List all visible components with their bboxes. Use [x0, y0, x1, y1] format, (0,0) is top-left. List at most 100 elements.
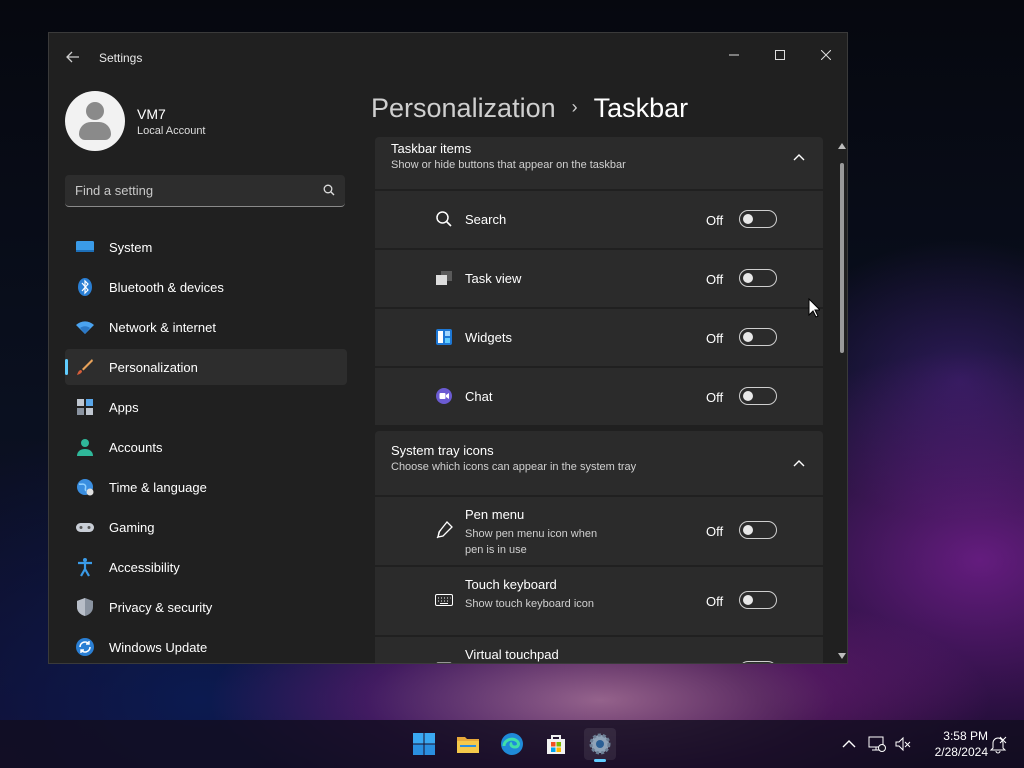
touchpad-icon [436, 662, 452, 663]
virtual-touchpad-toggle[interactable] [739, 661, 777, 663]
avatar [65, 91, 125, 151]
taskbar-clock[interactable]: 3:58 PM 2/28/2024 [918, 728, 988, 760]
chevron-up-icon[interactable] [793, 459, 805, 467]
settings-icon [589, 733, 611, 755]
taskbar-app-store[interactable] [540, 728, 572, 760]
content-scrollbar[interactable] [837, 143, 847, 663]
toggle-state: Off [706, 331, 724, 346]
search-box[interactable]: Find a setting [65, 175, 345, 207]
settings-content: Taskbar items Show or hide buttons that … [375, 137, 823, 663]
setting-row-virtual-touchpad: Virtual touchpad Off [375, 637, 823, 663]
start-icon [413, 733, 435, 755]
task-view-toggle[interactable] [739, 269, 777, 287]
chevron-up-icon[interactable] [842, 738, 856, 750]
task-view-icon [436, 271, 452, 285]
widgets-toggle[interactable] [739, 328, 777, 346]
system-tray-header[interactable]: System tray icons Choose which icons can… [375, 431, 823, 495]
update-icon [76, 638, 94, 656]
store-icon [547, 735, 565, 754]
title-bar: Settings [49, 33, 847, 83]
arrow-left-icon [66, 51, 79, 63]
page-title: Taskbar [593, 93, 689, 123]
pen-menu-toggle[interactable] [739, 521, 777, 539]
sidebar-item-bluetooth[interactable]: Bluetooth & devices [65, 269, 347, 305]
sidebar-item-time-language[interactable]: Time & language [65, 469, 347, 505]
toggle-state: Off [706, 594, 724, 609]
setting-row-chat: Chat Off [375, 368, 823, 425]
scroll-down-icon[interactable] [838, 653, 846, 659]
close-button[interactable] [803, 39, 847, 71]
file-explorer-icon [457, 737, 479, 753]
sidebar-item-privacy[interactable]: Privacy & security [65, 589, 347, 625]
start-button[interactable] [408, 728, 440, 760]
accounts-icon [77, 439, 93, 456]
gamepad-icon [76, 523, 94, 532]
active-app-indicator [594, 759, 606, 762]
section-subtitle: Choose which icons can appear in the sys… [391, 461, 637, 473]
globe-icon [77, 479, 94, 496]
sidebar-item-personalization[interactable]: Personalization [65, 349, 347, 385]
chevron-up-icon[interactable] [793, 153, 805, 161]
taskbar-app-settings[interactable] [584, 728, 616, 762]
setting-label: Touch keyboard [465, 577, 557, 592]
chat-toggle[interactable] [739, 387, 777, 405]
search-icon [323, 184, 335, 196]
close-icon [820, 49, 832, 61]
toggle-state: Off [706, 524, 724, 539]
setting-row-pen-menu: Pen menu Show pen menu icon when pen is … [375, 497, 823, 565]
touch-keyboard-toggle[interactable] [739, 591, 777, 609]
taskbar-app-edge[interactable] [496, 728, 528, 760]
sidebar-item-accessibility[interactable]: Accessibility [65, 549, 347, 585]
sidebar-nav: System Bluetooth & devices Network & int… [65, 229, 347, 663]
accessibility-icon [78, 558, 92, 577]
mouse-cursor-icon [808, 298, 820, 318]
sidebar-item-gaming[interactable]: Gaming [65, 509, 347, 545]
sidebar-item-windows-update[interactable]: Windows Update [65, 629, 347, 663]
search-input[interactable]: Find a setting [75, 183, 153, 198]
brush-icon [77, 359, 93, 375]
toggle-state: Off [706, 272, 724, 287]
sidebar-item-network[interactable]: Network & internet [65, 309, 347, 345]
setting-row-touch-keyboard: Touch keyboard Show touch keyboard icon … [375, 567, 823, 635]
minimize-button[interactable] [711, 39, 757, 71]
section-subtitle: Show or hide buttons that appear on the … [391, 159, 626, 171]
maximize-button[interactable] [757, 39, 803, 71]
widgets-icon [436, 329, 452, 345]
setting-row-search: Search Off [375, 191, 823, 248]
setting-label: Pen menu [465, 507, 525, 522]
taskbar-items-header[interactable]: Taskbar items Show or hide buttons that … [375, 137, 823, 189]
setting-description: Show pen menu icon when pen is in use [465, 528, 598, 556]
shield-icon [77, 598, 93, 616]
breadcrumb-separator: › [571, 97, 578, 117]
breadcrumb: Personalization › Taskbar [371, 93, 688, 124]
sidebar-item-apps[interactable]: Apps [65, 389, 347, 425]
section-title: Taskbar items [391, 141, 472, 156]
sidebar-item-accounts[interactable]: Accounts [65, 429, 347, 465]
sidebar-item-system[interactable]: System [65, 229, 347, 265]
scroll-thumb[interactable] [840, 163, 844, 353]
setting-label: Virtual touchpad [465, 647, 559, 662]
scroll-up-icon[interactable] [838, 143, 846, 149]
search-toggle[interactable] [739, 210, 777, 228]
taskbar-app-file-explorer[interactable] [452, 728, 484, 760]
maximize-icon [775, 50, 785, 61]
back-button[interactable] [61, 49, 85, 69]
bluetooth-icon [78, 278, 92, 296]
user-profile[interactable]: VM7 Local Account [65, 91, 345, 151]
chat-icon [436, 388, 452, 404]
taskbar: 3:58 PM 2/28/2024 [0, 720, 1024, 768]
volume-muted-icon[interactable] [894, 735, 912, 753]
network-icon[interactable] [868, 735, 886, 753]
notification-bell-icon[interactable] [988, 734, 1008, 754]
setting-label: Widgets [465, 330, 512, 345]
search-icon [436, 211, 452, 227]
settings-window: Settings VM7 Local Account Find a settin… [48, 32, 848, 664]
setting-row-task-view: Task view Off [375, 250, 823, 307]
edge-icon [501, 733, 523, 755]
active-indicator [65, 359, 68, 375]
breadcrumb-parent[interactable]: Personalization [371, 93, 556, 123]
apps-icon [77, 399, 93, 415]
user-name: VM7 [137, 106, 166, 122]
setting-description: Show touch keyboard icon [465, 598, 595, 610]
setting-label: Task view [465, 271, 522, 286]
